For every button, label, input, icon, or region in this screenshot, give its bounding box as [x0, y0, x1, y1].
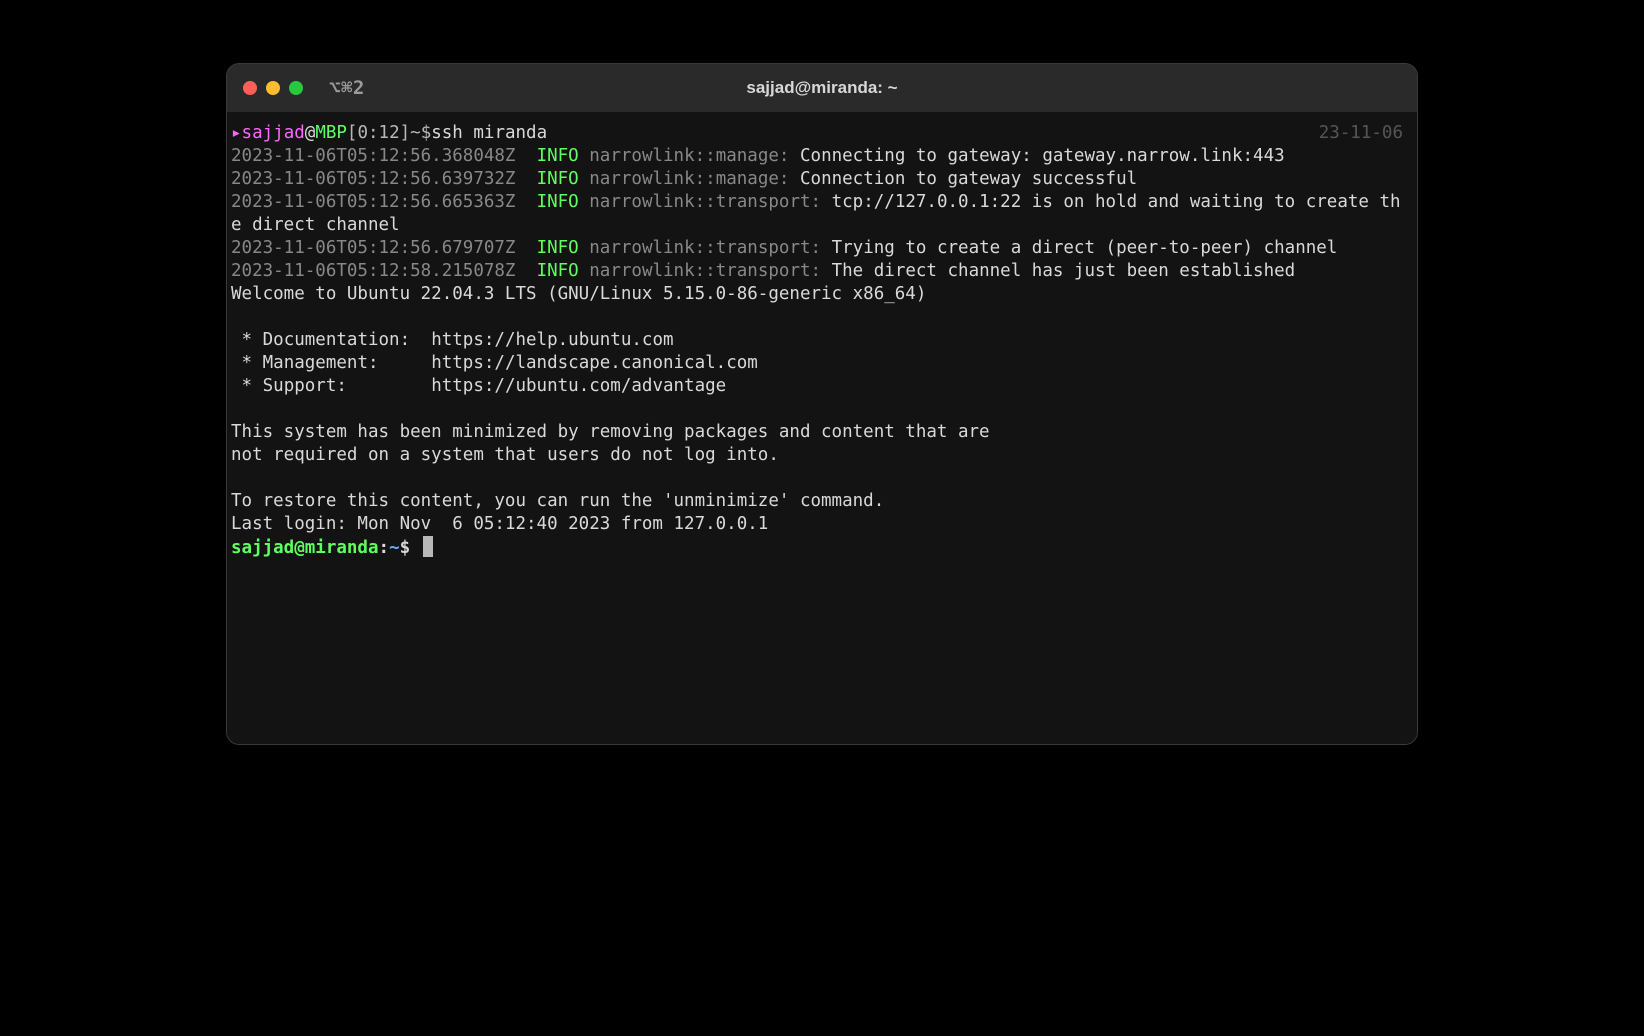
log-timestamp: 2023-11-06T05:12:56.679707Z	[231, 238, 515, 258]
log-line: 2023-11-06T05:12:56.665363Z INFO narrowl…	[231, 191, 1409, 237]
prompt-date: 23-11-06	[1319, 122, 1403, 145]
motd-restore: To restore this content, you can run the…	[231, 490, 1409, 513]
cursor-icon[interactable]	[423, 536, 433, 557]
log-module: narrowlink::transport:	[589, 261, 821, 281]
terminal-body[interactable]: 23-11-06▸sajjad@MBP[0:12]~$ssh miranda20…	[227, 112, 1417, 744]
remote-dollar: $	[400, 538, 421, 558]
log-module: narrowlink::manage:	[589, 169, 789, 189]
log-module: narrowlink::manage:	[589, 146, 789, 166]
log-level: INFO	[537, 169, 579, 189]
log-level: INFO	[537, 146, 579, 166]
log-message: The direct channel has just been establi…	[832, 261, 1296, 281]
log-message: Connection to gateway successful	[800, 169, 1137, 189]
remote-sep: :	[379, 538, 390, 558]
prompt-user: sajjad	[242, 123, 305, 143]
motd-mgmt: * Management: https://landscape.canonica…	[231, 352, 1409, 375]
prompt-caret-icon: ▸	[231, 123, 242, 143]
log-line: 2023-11-06T05:12:56.639732Z INFO narrowl…	[231, 168, 1409, 191]
close-icon[interactable]	[243, 81, 257, 95]
window-title: sajjad@miranda: ~	[746, 78, 897, 98]
zoom-icon[interactable]	[289, 81, 303, 95]
terminal-window: ⌥⌘2 sajjad@miranda: ~ 23-11-06▸sajjad@MB…	[227, 64, 1417, 744]
motd-lastlogin: Last login: Mon Nov 6 05:12:40 2023 from…	[231, 513, 1409, 536]
motd-doc: * Documentation: https://help.ubuntu.com	[231, 329, 1409, 352]
prompt-meta: [0:12]	[347, 123, 410, 143]
minimize-icon[interactable]	[266, 81, 280, 95]
log-module: narrowlink::transport:	[589, 238, 821, 258]
session-indicator: ⌥⌘2	[329, 77, 365, 99]
log-line: 2023-11-06T05:12:56.368048Z INFO narrowl…	[231, 145, 1409, 168]
log-level: INFO	[537, 238, 579, 258]
remote-path: ~	[389, 538, 400, 558]
log-line: 2023-11-06T05:12:56.679707Z INFO narrowl…	[231, 237, 1409, 260]
motd-welcome: Welcome to Ubuntu 22.04.3 LTS (GNU/Linux…	[231, 283, 1409, 306]
log-message: Connecting to gateway: gateway.narrow.li…	[800, 146, 1285, 166]
log-level: INFO	[537, 192, 579, 212]
log-timestamp: 2023-11-06T05:12:56.639732Z	[231, 169, 515, 189]
prompt-at: @	[305, 123, 316, 143]
log-module: narrowlink::transport:	[589, 192, 821, 212]
motd-minimized: not required on a system that users do n…	[231, 444, 1409, 467]
motd-support: * Support: https://ubuntu.com/advantage	[231, 375, 1409, 398]
log-timestamp: 2023-11-06T05:12:56.368048Z	[231, 146, 515, 166]
log-line: 2023-11-06T05:12:58.215078Z INFO narrowl…	[231, 260, 1409, 283]
prompt-host: MBP	[315, 123, 347, 143]
prompt-path: ~	[410, 123, 421, 143]
prompt-dollar: $	[421, 123, 432, 143]
typed-command: ssh miranda	[431, 123, 547, 143]
remote-prompt: sajjad@miranda:~$	[231, 536, 1409, 560]
motd-minimized: This system has been minimized by removi…	[231, 421, 1409, 444]
log-level: INFO	[537, 261, 579, 281]
prompt-line: ▸sajjad@MBP[0:12]~$ssh miranda	[231, 122, 1409, 145]
log-timestamp: 2023-11-06T05:12:58.215078Z	[231, 261, 515, 281]
traffic-lights	[243, 81, 303, 95]
window-titlebar[interactable]: ⌥⌘2 sajjad@miranda: ~	[227, 64, 1417, 112]
remote-userhost: sajjad@miranda	[231, 538, 379, 558]
log-message: Trying to create a direct (peer-to-peer)…	[832, 238, 1338, 258]
log-timestamp: 2023-11-06T05:12:56.665363Z	[231, 192, 515, 212]
